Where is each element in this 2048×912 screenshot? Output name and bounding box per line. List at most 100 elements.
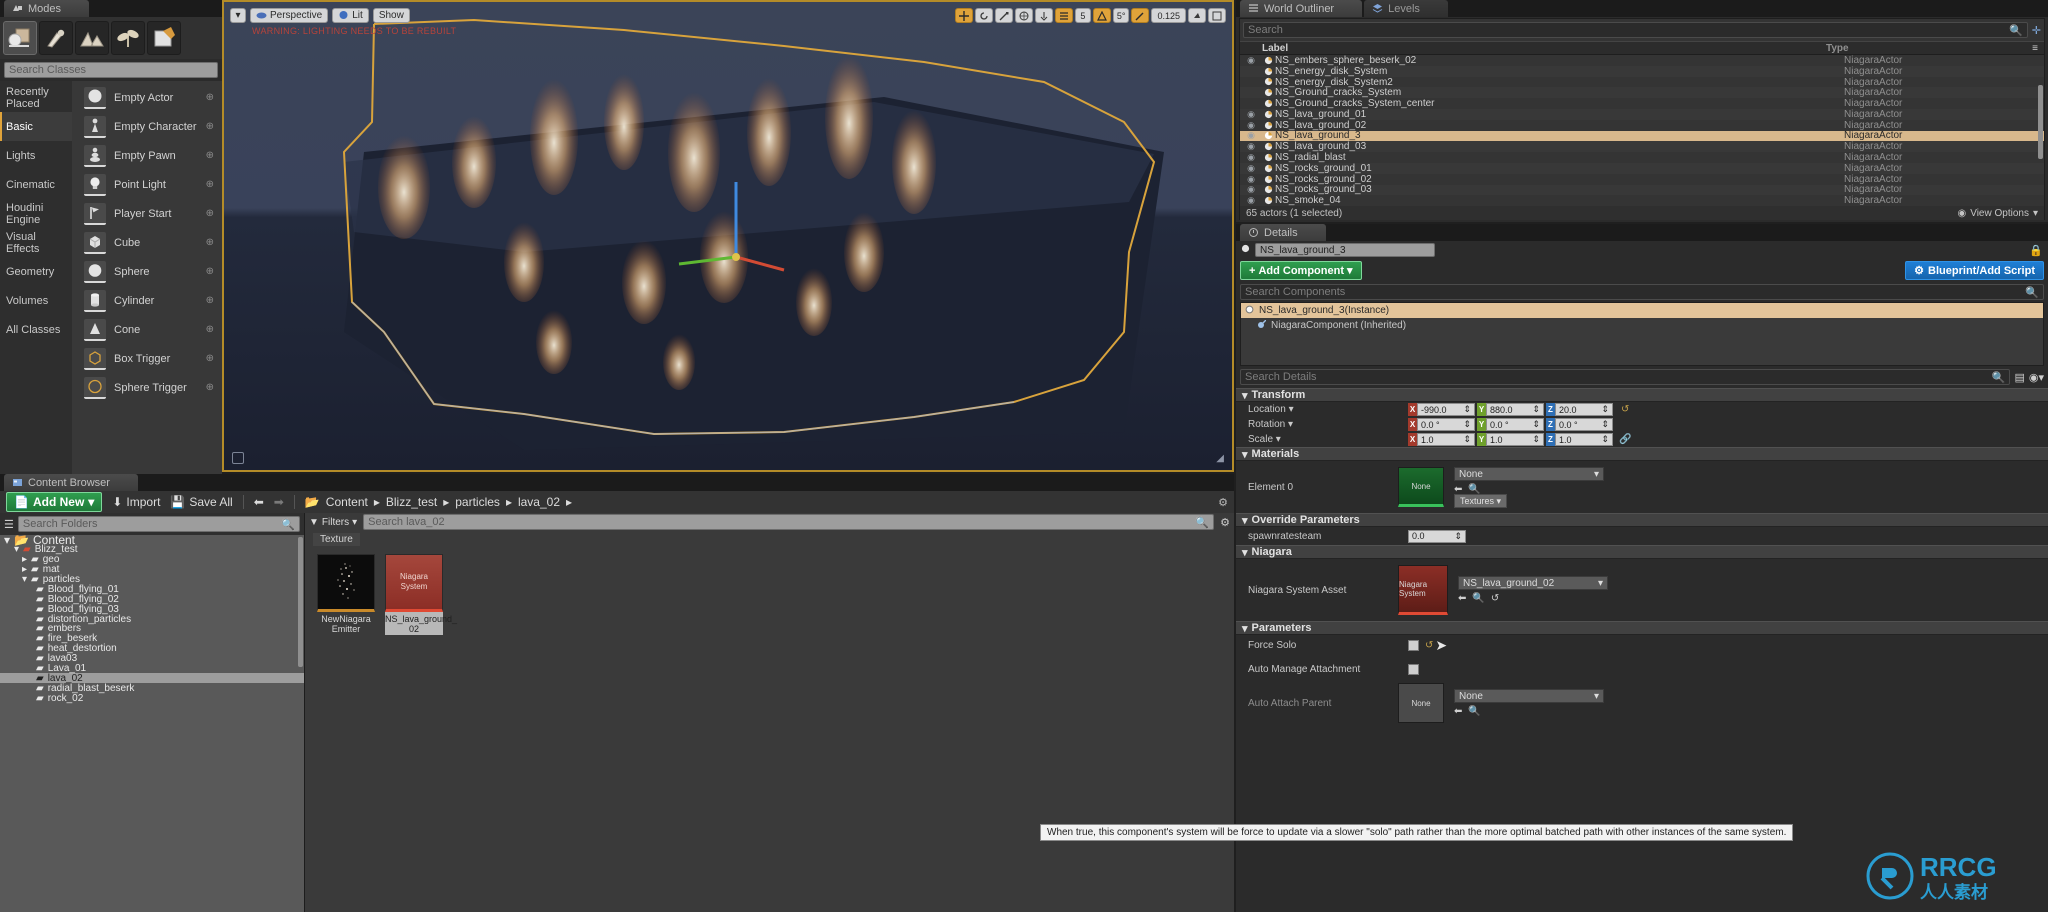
reset-force-solo-icon[interactable]: ↺ — [1425, 640, 1433, 651]
rotate-mode-button[interactable] — [974, 8, 993, 23]
lock-scale-icon[interactable]: 🔗 — [1619, 434, 1631, 445]
placeable-player-start[interactable]: Player Start ⊕ — [72, 199, 222, 228]
foliage-mode-button[interactable] — [111, 21, 145, 55]
section-transform-header[interactable]: ▾ Transform — [1236, 388, 2048, 402]
show-menu-button[interactable]: Show — [372, 8, 410, 23]
scale-z-field[interactable]: Z 1.0 ⇕ — [1546, 433, 1613, 446]
asset-search-input[interactable]: Search lava_02 🔍 — [363, 514, 1215, 530]
spinner-icon[interactable]: ⇕ — [1601, 434, 1609, 445]
placeable-empty-pawn[interactable]: Empty Pawn ⊕ — [72, 141, 222, 170]
quick-add-icon[interactable]: ⊕ — [206, 295, 214, 306]
column-layout-icon[interactable]: ▤ — [2014, 371, 2024, 384]
viewport-options-button[interactable]: ▾ — [230, 8, 246, 23]
tree-item-lava03[interactable]: ▰ lava03 — [0, 653, 304, 664]
niagara-asset-combo[interactable]: NS_lava_ground_02 ▾ — [1458, 576, 1608, 590]
add-component-button[interactable]: + Add Component ▾ — [1240, 261, 1362, 280]
spinner-icon[interactable]: ⇕ — [1454, 531, 1462, 542]
category-visual-effects[interactable]: Visual Effects — [0, 228, 72, 257]
location-y-field[interactable]: Y 880.0 ⇕ — [1477, 403, 1544, 416]
quick-add-icon[interactable]: ⊕ — [206, 208, 214, 219]
spinner-icon[interactable]: ⇕ — [1463, 404, 1471, 415]
quick-add-icon[interactable]: ⊕ — [206, 353, 214, 364]
camera-speed-button[interactable]: 0.125 — [1151, 8, 1186, 23]
category-recently-placed[interactable]: Recently Placed — [0, 83, 72, 112]
import-button[interactable]: ⬇ Import — [112, 495, 160, 509]
breadcrumb-content[interactable]: Content — [326, 495, 368, 509]
placeable-sphere-trigger[interactable]: Sphere Trigger ⊕ — [72, 373, 222, 402]
add-new-button[interactable]: 📄 Add New ▾ — [6, 492, 103, 512]
type-filter-chip[interactable]: Texture — [313, 533, 360, 546]
tree-item-embers[interactable]: ▰ embers — [0, 623, 304, 634]
grid-snap-value[interactable]: 5 — [1074, 8, 1091, 23]
chevron-down-icon[interactable]: ▾ — [4, 535, 10, 547]
chevron-down-icon[interactable]: ▾ — [14, 544, 19, 555]
spawnratesteam-input[interactable]: 0.0 ⇕ — [1408, 529, 1466, 543]
table-row[interactable]: ◉ NS_lava_ground_02 NiagaraActor — [1240, 120, 2044, 131]
table-row[interactable]: ◉ NS_embers_sphere_beserk_02 NiagaraActo… — [1240, 55, 2044, 66]
category-houdini-engine[interactable]: Houdini Engine — [0, 199, 72, 228]
quick-add-icon[interactable]: ⊕ — [206, 382, 214, 393]
folder-search-input[interactable]: Search Folders 🔍 — [17, 516, 300, 532]
breadcrumb-lava-02[interactable]: lava_02 — [518, 495, 560, 509]
save-all-button[interactable]: 💾 Save All — [170, 495, 232, 509]
placeable-cone[interactable]: Cone ⊕ — [72, 315, 222, 344]
chevron-down-icon[interactable]: ▾ — [1288, 419, 1293, 430]
lock-icon[interactable]: 🔒 — [2029, 244, 2043, 257]
blueprint-add-script-button[interactable]: ⚙ Blueprint/Add Script — [1905, 261, 2044, 280]
location-z-field[interactable]: Z 20.0 ⇕ — [1546, 403, 1613, 416]
category-lights[interactable]: Lights — [0, 141, 72, 170]
quick-add-icon[interactable]: ⊕ — [206, 150, 214, 161]
tree-item-heat-destortion[interactable]: ▰ heat_destortion — [0, 643, 304, 654]
table-row[interactable]: ◉ NS_lava_ground_01 NiagaraActor — [1240, 109, 2044, 120]
placeable-cylinder[interactable]: Cylinder ⊕ — [72, 286, 222, 315]
coordinate-space-button[interactable] — [1014, 8, 1033, 23]
chevron-down-icon[interactable]: ▾ — [22, 574, 27, 585]
rotation-y-field[interactable]: Y 0.0 ° ⇕ — [1477, 418, 1544, 431]
spinner-icon[interactable]: ⇕ — [1463, 419, 1471, 430]
actor-name-input[interactable]: NS_lava_ground_3 — [1255, 243, 1435, 257]
tree-item-blood-flying-03[interactable]: ▰ Blood_flying_03 — [0, 604, 304, 615]
placeable-empty-actor[interactable]: Empty Actor ⊕ — [72, 83, 222, 112]
tab-content-browser[interactable]: Content Browser — [4, 474, 138, 491]
quick-add-icon[interactable]: ⊕ — [206, 266, 214, 277]
scale-mode-button[interactable] — [994, 8, 1013, 23]
component-search-input[interactable]: Search Components 🔍 — [1240, 284, 2044, 300]
section-override-parameters-header[interactable]: ▾ Override Parameters — [1236, 513, 2048, 527]
category-geometry[interactable]: Geometry — [0, 257, 72, 286]
tree-item-radial-blast-beserk[interactable]: ▰ radial_blast_beserk — [0, 683, 304, 694]
scale-x-field[interactable]: X 1.0 ⇕ — [1408, 433, 1475, 446]
table-row[interactable]: NS_Ground_cracks_System NiagaraActor — [1240, 87, 2044, 98]
outliner-scrollbar[interactable] — [2038, 85, 2043, 159]
outliner-search-input[interactable]: Search 🔍 — [1243, 22, 2028, 38]
component-row-niagara[interactable]: NiagaraComponent (Inherited) — [1241, 318, 2043, 333]
quick-add-icon[interactable]: ⊕ — [206, 179, 214, 190]
geometry-editing-mode-button[interactable] — [147, 21, 181, 55]
component-row-instance[interactable]: NS_lava_ground_3(Instance) — [1241, 303, 2043, 318]
chevron-down-icon[interactable]: ▾ — [1289, 404, 1294, 415]
tree-item-blood-flying-02[interactable]: ▰ Blood_flying_02 — [0, 594, 304, 605]
table-row[interactable]: ◉ NS_rocks_ground_02 NiagaraActor — [1240, 174, 2044, 185]
camera-speed-scalar-icon[interactable] — [1188, 8, 1206, 23]
quick-add-icon[interactable]: ⊕ — [206, 324, 214, 335]
tab-modes[interactable]: Modes — [4, 0, 90, 17]
level-viewport[interactable]: ▾ Perspective Lit Show WARNING: LIGHTING… — [222, 0, 1234, 472]
search-classes-input[interactable]: Search Classes — [4, 62, 218, 78]
forward-button[interactable]: ➡ — [274, 495, 284, 509]
textures-button[interactable]: Textures ▾ — [1454, 494, 1508, 508]
quick-add-icon[interactable]: ⊕ — [206, 92, 214, 103]
filters-button[interactable]: ▼ Filters ▾ — [309, 517, 357, 528]
tab-details[interactable]: Details — [1240, 224, 1326, 241]
visibility-icon[interactable]: ◉ — [1240, 174, 1262, 185]
details-search-input[interactable]: Search Details 🔍 — [1240, 369, 2011, 385]
rotation-snap-value[interactable]: 5° — [1112, 8, 1130, 23]
spinner-icon[interactable]: ⇕ — [1463, 434, 1471, 445]
location-x-field[interactable]: X -990.0 ⇕ — [1408, 403, 1475, 416]
force-solo-checkbox[interactable] — [1408, 639, 1419, 651]
asset-item-new-niagara-emitter[interactable]: NewNiagara Emitter — [317, 554, 375, 635]
visibility-icon[interactable]: ◉ — [1240, 55, 1262, 66]
asset-item-ns-lava-ground-02[interactable]: Niagara System NS_lava_ground_ 02 — [385, 554, 457, 635]
table-row[interactable]: ◉ NS_rocks_ground_01 NiagaraActor — [1240, 163, 2044, 174]
section-parameters-header[interactable]: ▾ Parameters — [1236, 621, 2048, 635]
placeable-empty-character[interactable]: Empty Character ⊕ — [72, 112, 222, 141]
section-niagara-header[interactable]: ▾ Niagara — [1236, 545, 2048, 559]
